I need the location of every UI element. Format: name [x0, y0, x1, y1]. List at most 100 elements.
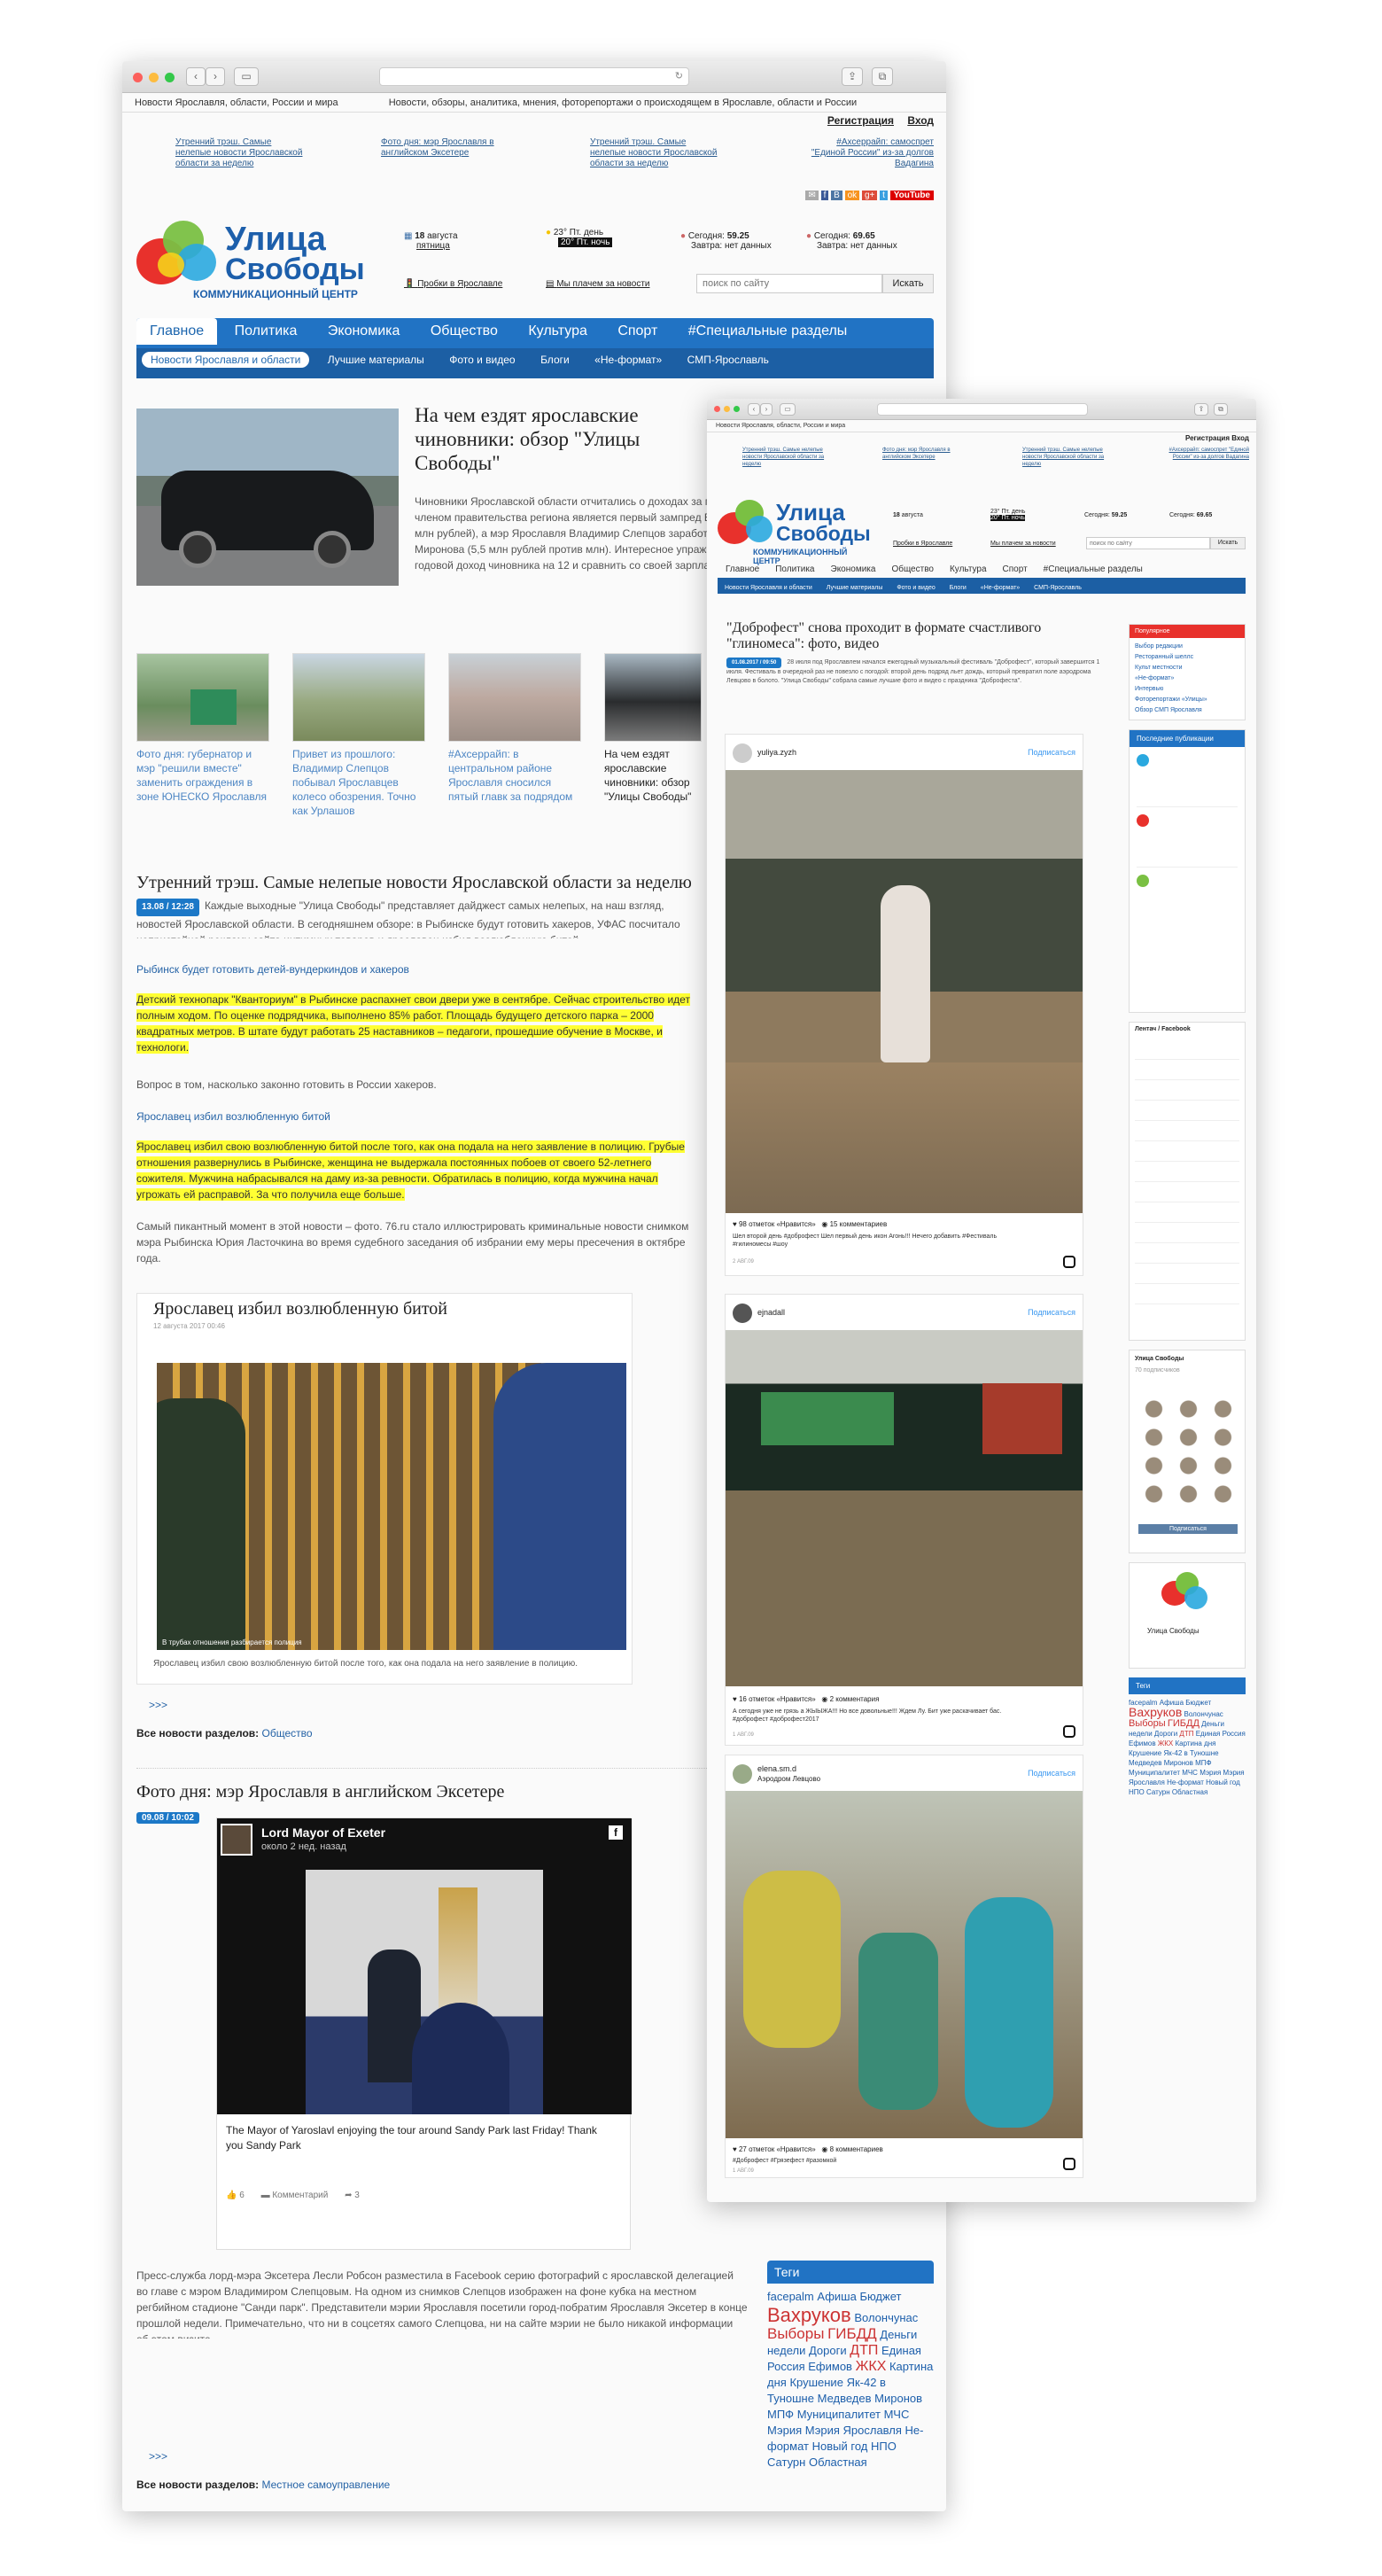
- teaser-link[interactable]: Утренний трэш. Самые нелепые новости Яро…: [590, 137, 723, 169]
- like-icon[interactable]: 👍: [226, 2191, 237, 2200]
- weather-block[interactable]: ● 23° Пт. день 20° Пт. ночь: [546, 228, 613, 247]
- nav-item-society[interactable]: Общество: [883, 562, 942, 577]
- avatar[interactable]: [733, 743, 752, 763]
- youtube-icon[interactable]: YouTube: [889, 191, 934, 200]
- tag[interactable]: МЧС: [1182, 1769, 1198, 1777]
- thumb-item[interactable]: Привет из прошлого: Владимир Слепцов поб…: [292, 653, 425, 818]
- back-icon[interactable]: ‹: [186, 67, 206, 86]
- comment-icon[interactable]: ◉: [821, 2145, 827, 2153]
- tag[interactable]: Крушение: [789, 2376, 843, 2389]
- close-window-icon[interactable]: [133, 73, 143, 82]
- post-location[interactable]: Аэродром Левцово: [757, 1775, 820, 1783]
- tag[interactable]: Картина: [889, 2360, 933, 2373]
- subnav-item-best[interactable]: Лучшие материалы: [317, 348, 435, 371]
- tag[interactable]: Деньги: [1201, 1720, 1224, 1728]
- login-link[interactable]: Вход: [907, 114, 934, 127]
- tag[interactable]: Ефимов: [1129, 1739, 1156, 1747]
- tag[interactable]: Россия: [767, 2360, 805, 2373]
- tag[interactable]: Единая: [1196, 1730, 1221, 1738]
- nav-item-main[interactable]: Главное: [718, 562, 767, 577]
- tag[interactable]: Ефимов: [808, 2360, 852, 2373]
- avatar[interactable]: [733, 1764, 752, 1784]
- tag[interactable]: НПО Сатурн: [1129, 1788, 1170, 1796]
- popular-item[interactable]: Ресторанный шеллс: [1135, 652, 1239, 663]
- ok-icon[interactable]: ok: [844, 191, 860, 200]
- tag[interactable]: Мэрия Ярославля: [805, 2424, 902, 2437]
- instagram-post[interactable]: yuliya.zyzh Подписаться ♥ 98 отметок «Нра…: [725, 734, 1083, 1276]
- fb-comments[interactable]: Комментарий: [272, 2191, 328, 2200]
- community-name[interactable]: Улица Свободы: [1130, 1350, 1245, 1367]
- tag[interactable]: Муниципалитет: [1129, 1769, 1180, 1777]
- tag[interactable]: Бюджет: [859, 2290, 901, 2303]
- instagram-icon[interactable]: [1063, 1256, 1075, 1268]
- site-logo[interactable]: Улица Свободы КОММУНИКАЦИОННЫЙ ЦЕНТР: [718, 496, 871, 565]
- subnav-item-neformat[interactable]: «Не-формат»: [974, 581, 1027, 595]
- reload-icon[interactable]: ↻: [675, 70, 683, 82]
- register-link[interactable]: Регистрация: [1185, 434, 1230, 442]
- search-input[interactable]: [696, 274, 882, 293]
- subnav-item-news[interactable]: Новости Ярославля и области: [142, 352, 310, 368]
- post-username[interactable]: yuliya.zyzh: [757, 748, 796, 757]
- forward-icon[interactable]: ›: [760, 403, 773, 416]
- tag[interactable]: МПФ: [767, 2408, 794, 2421]
- tag[interactable]: Миронов: [874, 2392, 922, 2405]
- rss-icon[interactable]: ✉: [805, 191, 819, 200]
- tag[interactable]: Деньги: [880, 2328, 917, 2341]
- follow-button[interactable]: Подписаться: [1028, 748, 1075, 757]
- lead-photo[interactable]: [136, 409, 399, 586]
- heart-icon[interactable]: ♥: [733, 2145, 737, 2153]
- tag[interactable]: Россия: [1223, 1730, 1246, 1738]
- tag[interactable]: Выборы: [1129, 1718, 1166, 1729]
- nav-item-politics[interactable]: Политика: [221, 318, 311, 345]
- gplus-icon[interactable]: g+: [861, 191, 878, 200]
- popular-item[interactable]: Интервью: [1135, 684, 1239, 695]
- instagram-icon[interactable]: [1063, 2158, 1075, 2170]
- tag[interactable]: недели: [767, 2344, 805, 2357]
- search-button[interactable]: Искать: [1210, 537, 1246, 549]
- map-link[interactable]: Мы плачем за новости: [990, 541, 1056, 547]
- tabs-icon[interactable]: ⧉: [1214, 403, 1228, 416]
- tag[interactable]: Волончунас: [854, 2311, 918, 2324]
- traffic-link[interactable]: 🚦 Пробки в Ярославле: [404, 279, 502, 289]
- search-input[interactable]: [1086, 537, 1210, 549]
- login-link[interactable]: Вход: [1231, 434, 1249, 442]
- tag[interactable]: Як-42 в Туношне: [1163, 1749, 1218, 1757]
- minimize-window-icon[interactable]: [149, 73, 159, 82]
- more-link[interactable]: >>>: [149, 1699, 167, 1711]
- subnav-item-neformat[interactable]: «Не-формат»: [584, 348, 672, 371]
- lead-title[interactable]: На чем ездят ярославские чиновники: обзо…: [415, 403, 707, 475]
- tag[interactable]: ГИБДД: [1168, 1718, 1200, 1729]
- maximize-window-icon[interactable]: [165, 73, 175, 82]
- tag[interactable]: ДТП: [1179, 1730, 1193, 1738]
- tag[interactable]: Мэрия: [767, 2424, 802, 2437]
- subnav-item-smp[interactable]: СМП-Ярославль: [1027, 581, 1089, 595]
- tag[interactable]: ЖКХ: [856, 2359, 887, 2374]
- share-icon[interactable]: ➦: [345, 2191, 352, 2200]
- instagram-icon[interactable]: [1063, 1725, 1075, 1738]
- teaser-link[interactable]: Утренний трэш. Самые нелепые новости Яро…: [1022, 447, 1120, 468]
- tag[interactable]: Не-формат: [1167, 1778, 1204, 1786]
- nav-item-sport[interactable]: Спорт: [604, 318, 671, 345]
- tag[interactable]: ЖКХ: [1158, 1739, 1173, 1747]
- instagram-post[interactable]: elena.sm.d Аэродром Левцово Подписаться ♥ …: [725, 1755, 1083, 2178]
- community-name[interactable]: Улица Свободы: [1147, 1627, 1200, 1635]
- subscribe-button[interactable]: Подписаться: [1138, 1524, 1238, 1534]
- tag[interactable]: Новый год: [812, 2440, 868, 2453]
- forward-icon[interactable]: ›: [206, 67, 225, 86]
- nav-item-society[interactable]: Общество: [417, 318, 511, 345]
- more-link[interactable]: >>>: [149, 2450, 167, 2463]
- site-logo[interactable]: Улица Свободы КОММУНИКАЦИОННЫЙ ЦЕНТР: [136, 214, 367, 311]
- subnav-item-blogs[interactable]: Блоги: [943, 581, 974, 595]
- nav-item-special[interactable]: #Специальные разделы: [675, 318, 861, 345]
- register-link[interactable]: Регистрация: [827, 114, 894, 127]
- subnav-item-smp[interactable]: СМП-Ярославль: [677, 348, 780, 371]
- tag[interactable]: Миронов: [1164, 1759, 1193, 1767]
- tag[interactable]: Дороги: [809, 2344, 847, 2357]
- subnav-item-best[interactable]: Лучшие материалы: [819, 581, 890, 595]
- embedded-article[interactable]: Ярославец избил возлюбленную битой 12 ав…: [136, 1293, 633, 1685]
- vk-icon[interactable]: B: [831, 191, 842, 200]
- popular-item[interactable]: Выбор редакции: [1135, 642, 1239, 652]
- section-link[interactable]: Местное самоуправление: [262, 2479, 391, 2491]
- thumb-item[interactable]: Фото дня: губернатор и мэр "решили вмест…: [136, 653, 269, 804]
- traffic-link[interactable]: Пробки в Ярославле: [893, 541, 952, 547]
